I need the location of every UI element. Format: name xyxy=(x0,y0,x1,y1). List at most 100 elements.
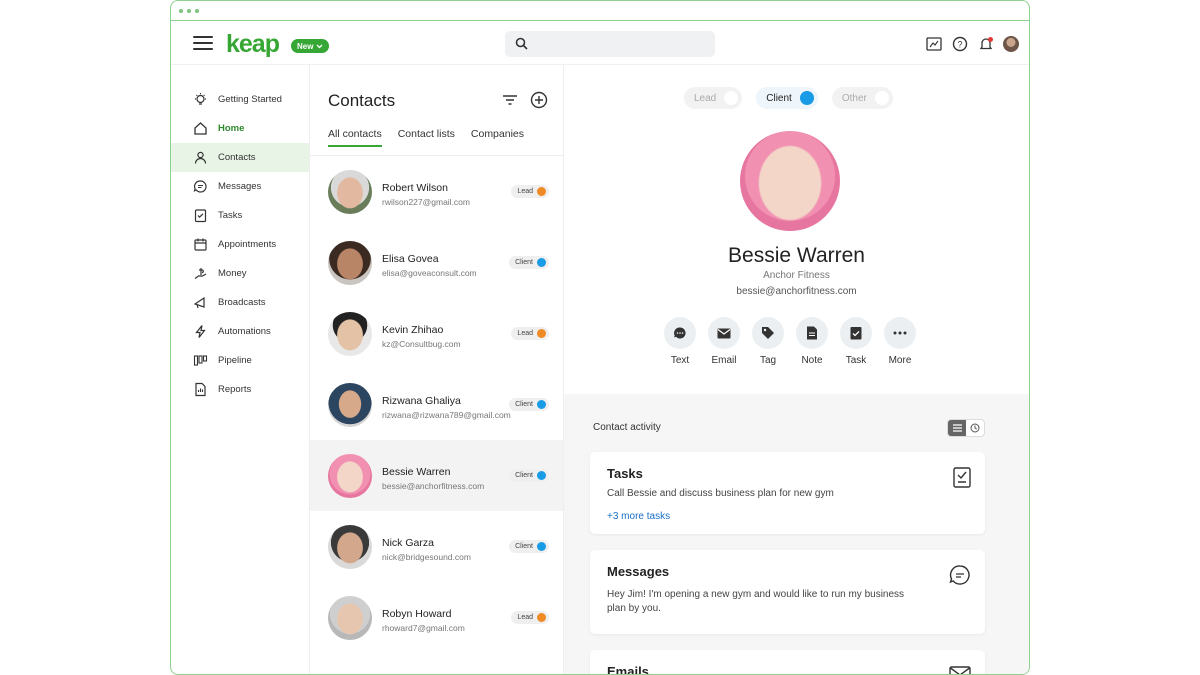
tag-icon xyxy=(762,327,774,339)
more-tasks-link[interactable]: +3 more tasks xyxy=(607,511,670,522)
status-toggle-other[interactable]: Other xyxy=(831,87,893,109)
sidebar-item-label: Home xyxy=(218,123,245,134)
status-dot-icon xyxy=(537,400,546,409)
status-badge-label: Lead xyxy=(517,188,533,195)
app-window: keap New ? Getting Started Home Contacts… xyxy=(170,0,1030,675)
chat-icon xyxy=(949,565,970,585)
task-button[interactable]: Task xyxy=(840,317,872,366)
user-avatar[interactable] xyxy=(1003,36,1019,52)
status-badge: Lead xyxy=(511,611,549,624)
sidebar-item-getting-started[interactable]: Getting Started xyxy=(171,85,309,114)
contact-row-name: Kevin Zhihao xyxy=(382,324,444,336)
contact-row[interactable]: Robert Wilson rwilson227@gmail.com Lead xyxy=(310,156,563,227)
tag-button[interactable]: Tag xyxy=(752,317,784,366)
status-dot-icon xyxy=(537,542,546,551)
status-badge: Lead xyxy=(511,327,549,340)
contact-row-email: bessie@anchorfitness.com xyxy=(382,481,485,491)
contact-row-name: Bessie Warren xyxy=(382,466,451,478)
sidebar-item-appointments[interactable]: Appointments xyxy=(171,230,309,259)
add-contact-icon[interactable] xyxy=(530,91,548,109)
megaphone-icon xyxy=(193,296,205,309)
status-badge: Client xyxy=(509,540,549,553)
action-label: Tag xyxy=(759,355,777,366)
person-icon xyxy=(194,151,207,164)
notification-bell-icon[interactable] xyxy=(977,35,995,53)
status-dot-icon xyxy=(537,258,546,267)
sidebar-item-label: Money xyxy=(218,268,247,279)
status-badge-label: Client xyxy=(515,401,533,408)
status-dot-icon xyxy=(537,187,546,196)
dashboard-icon[interactable] xyxy=(925,35,943,53)
menu-icon[interactable] xyxy=(193,36,213,50)
contact-profile: Lead Client Other Bessie Warren Anchor F… xyxy=(564,65,1029,394)
sidebar-item-tasks[interactable]: Tasks xyxy=(171,201,309,230)
contact-row-email: rhoward7@gmail.com xyxy=(382,623,465,633)
chevron-down-icon xyxy=(316,44,323,48)
sidebar-item-broadcasts[interactable]: Broadcasts xyxy=(171,288,309,317)
contact-row[interactable]: Rizwana Ghaliya rizwana@rizwana789@gmail.… xyxy=(310,369,563,440)
action-label: Email xyxy=(711,355,737,366)
checklist-icon xyxy=(953,467,971,488)
new-badge[interactable]: New xyxy=(291,39,330,53)
action-label: Task xyxy=(845,355,867,366)
tab-all-contacts[interactable]: All contacts xyxy=(328,128,382,147)
window-dot-icon xyxy=(179,8,183,13)
text-button[interactable]: Text xyxy=(664,317,696,366)
status-toggle-client[interactable]: Client xyxy=(756,87,818,109)
status-dot-icon xyxy=(537,471,546,480)
contact-row[interactable]: Elisa Govea elisa@goveaconsult.com Client xyxy=(310,227,563,298)
status-badge-label: Lead xyxy=(517,330,533,337)
tab-companies[interactable]: Companies xyxy=(471,128,524,147)
contact-avatar xyxy=(328,453,372,498)
card-title: Tasks xyxy=(607,466,643,481)
card-text: Hey Jim! I'm opening a new gym and would… xyxy=(607,589,905,614)
sidebar-item-label: Pipeline xyxy=(218,355,252,366)
sidebar-item-contacts[interactable]: Contacts xyxy=(171,143,309,172)
contact-detail: Lead Client Other Bessie Warren Anchor F… xyxy=(564,65,1029,674)
list-view-icon[interactable] xyxy=(948,420,966,436)
messages-card[interactable]: Messages Hey Jim! I'm opening a new gym … xyxy=(590,550,985,634)
status-dot-icon xyxy=(537,329,546,338)
sidebar-item-money[interactable]: Money xyxy=(171,259,309,288)
filter-icon[interactable] xyxy=(502,93,518,107)
emails-card[interactable]: Emails xyxy=(590,650,985,674)
activity-view-toggle[interactable] xyxy=(947,419,985,437)
contact-row[interactable]: Robyn Howard rhoward7@gmail.com Lead xyxy=(310,582,563,653)
tab-contact-lists[interactable]: Contact lists xyxy=(398,128,455,147)
contact-row[interactable]: Kevin Zhihao kz@Consultbug.com Lead xyxy=(310,298,563,369)
contact-avatar xyxy=(328,595,372,640)
lightbulb-icon xyxy=(195,93,206,105)
checklist-icon xyxy=(850,327,862,340)
contact-row-name: Elisa Govea xyxy=(382,253,439,265)
sidebar-item-messages[interactable]: Messages xyxy=(171,172,309,201)
sidebar-item-label: Messages xyxy=(218,181,262,192)
contact-row-email: kz@Consultbug.com xyxy=(382,339,461,349)
contact-row-name: Robyn Howard xyxy=(382,608,452,620)
contact-row[interactable]: Bessie Warren bessie@anchorfitness.com Cli… xyxy=(310,440,563,511)
contact-row-email: elisa@goveaconsult.com xyxy=(382,268,477,278)
sidebar-item-reports[interactable]: Reports xyxy=(171,375,309,404)
clock-icon[interactable] xyxy=(966,420,984,436)
home-icon xyxy=(194,122,207,135)
tasks-card[interactable]: Tasks Call Bessie and discuss business p… xyxy=(590,452,985,534)
email-button[interactable]: Email xyxy=(708,317,740,366)
status-toggle-lead[interactable]: Lead xyxy=(684,87,743,109)
activity-title: Contact activity xyxy=(593,422,661,433)
search-input[interactable] xyxy=(505,31,715,57)
more-button[interactable]: More xyxy=(884,317,916,366)
contact-activity: Contact activity Tasks Call Bessie and d… xyxy=(564,394,1029,674)
sidebar-item-pipeline[interactable]: Pipeline xyxy=(171,346,309,375)
contact-row-name: Rizwana Ghaliya xyxy=(382,395,461,407)
sidebar-item-automations[interactable]: Automations xyxy=(171,317,309,346)
note-button[interactable]: Note xyxy=(796,317,828,366)
search-icon xyxy=(515,37,528,50)
contact-avatar xyxy=(328,382,372,427)
keap-logo[interactable]: keap xyxy=(226,30,280,59)
sidebar-item-home[interactable]: Home xyxy=(171,114,309,143)
contact-name: Bessie Warren xyxy=(728,244,865,267)
window-titlebar xyxy=(171,1,1029,21)
page-title: Contacts xyxy=(328,91,396,110)
help-icon[interactable]: ? xyxy=(951,35,969,53)
contact-company: Anchor Fitness xyxy=(763,270,830,281)
contact-row[interactable]: Nick Garza nick@bridgesound.com Client xyxy=(310,511,563,582)
